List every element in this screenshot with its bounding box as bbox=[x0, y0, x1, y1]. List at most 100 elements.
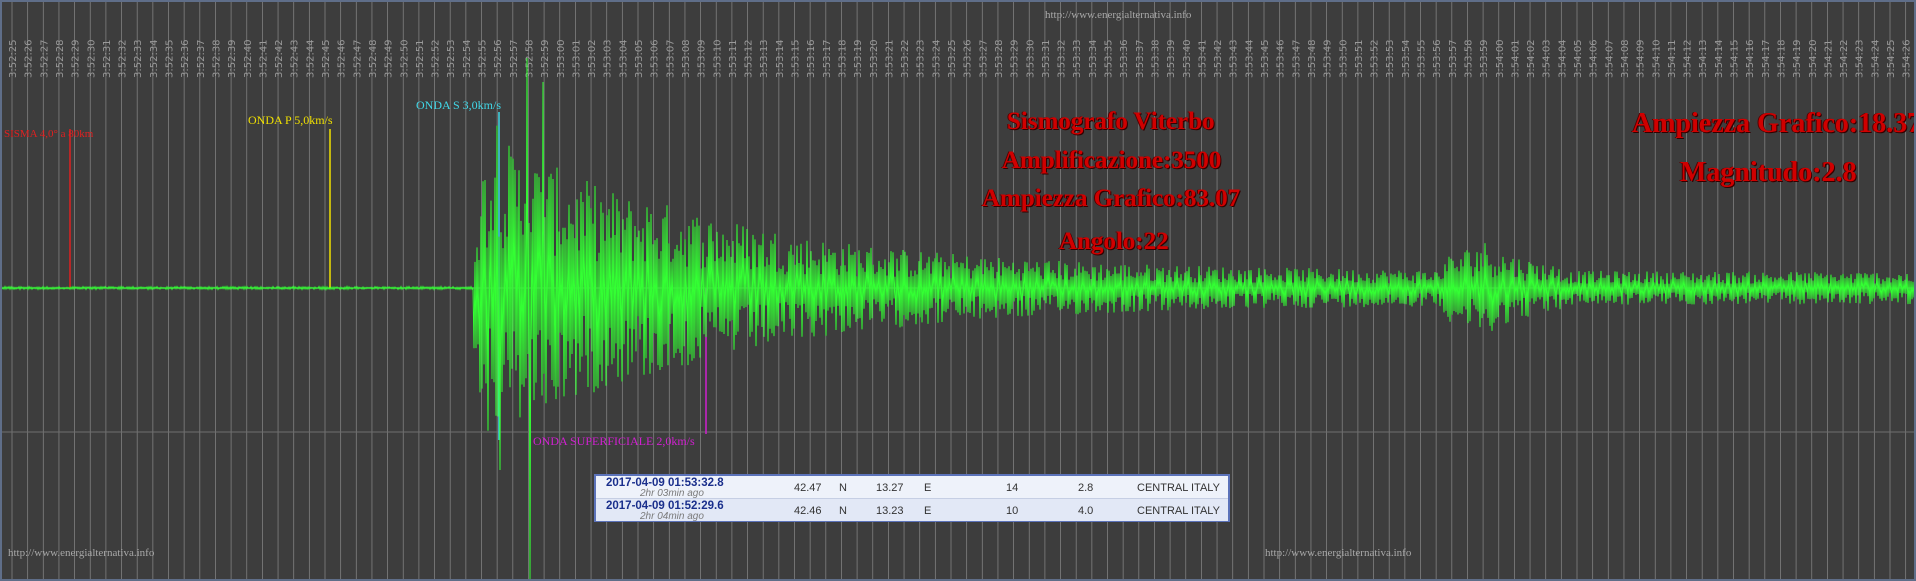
quake-lat-dir: N bbox=[839, 505, 847, 517]
quake-magnitude: 4.0 bbox=[1078, 505, 1094, 517]
time-tick-label: 3:54:21 bbox=[1823, 39, 1834, 78]
time-tick-label: 3:54:08 bbox=[1620, 39, 1631, 78]
time-tick-label: 3:53:29 bbox=[1010, 39, 1021, 78]
time-tick-label: 3:53:36 bbox=[1119, 39, 1130, 78]
time-tick-label: 3:52:46 bbox=[337, 39, 348, 78]
time-tick-label: 3:53:34 bbox=[1088, 39, 1099, 78]
time-tick-label: 3:53:10 bbox=[712, 39, 723, 78]
quake-lat-dir: N bbox=[839, 482, 847, 494]
time-tick-label: 3:54:24 bbox=[1870, 39, 1881, 78]
time-tick-label: 3:53:02 bbox=[587, 39, 598, 78]
quake-region: CENTRAL ITALY bbox=[1137, 482, 1220, 494]
time-tick-label: 3:53:19 bbox=[853, 39, 864, 78]
time-tick-label: 3:54:10 bbox=[1651, 39, 1662, 78]
time-tick-label: 3:52:32 bbox=[118, 39, 129, 78]
time-tick-label: 3:52:40 bbox=[243, 39, 254, 78]
time-tick-label: 3:53:59 bbox=[1479, 39, 1490, 78]
time-tick-label: 3:53:56 bbox=[1432, 39, 1443, 78]
time-tick-label: 3:52:26 bbox=[24, 39, 35, 78]
time-tick-label: 3:54:05 bbox=[1573, 39, 1584, 78]
station-amplification: Amplificazione:3500 bbox=[1002, 147, 1222, 174]
quake-region: CENTRAL ITALY bbox=[1137, 505, 1220, 517]
time-tick-label: 3:52:49 bbox=[384, 39, 395, 78]
time-tick-label: 3:53:16 bbox=[806, 39, 817, 78]
time-tick-label: 3:53:47 bbox=[1291, 39, 1302, 78]
time-tick-label: 3:53:20 bbox=[869, 39, 880, 78]
time-tick-label: 3:53:48 bbox=[1307, 39, 1318, 78]
time-tick-label: 3:54:19 bbox=[1792, 39, 1803, 78]
time-tick-label: 3:53:49 bbox=[1323, 39, 1334, 78]
time-tick-label: 3:53:24 bbox=[931, 39, 942, 78]
time-tick-label: 3:54:18 bbox=[1776, 39, 1787, 78]
time-tick-label: 3:53:35 bbox=[1104, 39, 1115, 78]
time-tick-label: 3:53:08 bbox=[681, 39, 692, 78]
time-tick-label: 3:54:25 bbox=[1886, 39, 1897, 78]
watermark-bottom-center: http://www.energialternativa.info bbox=[1265, 547, 1412, 559]
time-tick-label: 3:53:52 bbox=[1370, 39, 1381, 78]
time-tick-label: 3:53:50 bbox=[1338, 39, 1349, 78]
time-tick-label: 3:53:44 bbox=[1244, 39, 1255, 78]
time-tick-label: 3:53:43 bbox=[1229, 39, 1240, 78]
time-tick-label: 3:52:37 bbox=[196, 39, 207, 78]
time-tick-label: 3:52:54 bbox=[462, 39, 473, 78]
time-tick-label: 3:53:32 bbox=[1057, 39, 1068, 78]
time-tick-label: 3:53:09 bbox=[697, 39, 708, 78]
time-tick-label: 3:52:57 bbox=[509, 39, 520, 78]
time-tick-label: 3:53:27 bbox=[978, 39, 989, 78]
time-tick-label: 3:53:18 bbox=[837, 39, 848, 78]
time-tick-label: 3:54:12 bbox=[1683, 39, 1694, 78]
time-tick-label: 3:52:59 bbox=[540, 39, 551, 78]
time-tick-label: 3:52:33 bbox=[133, 39, 144, 78]
time-tick-label: 3:54:04 bbox=[1557, 39, 1568, 78]
time-tick-label: 3:54:15 bbox=[1730, 39, 1741, 78]
time-tick-label: 3:52:44 bbox=[305, 39, 316, 78]
time-tick-label: 3:53:15 bbox=[791, 39, 802, 78]
time-tick-label: 3:52:52 bbox=[431, 39, 442, 78]
time-tick-label: 3:53:42 bbox=[1213, 39, 1224, 78]
quake-ago: 2hr 03min ago bbox=[640, 488, 704, 499]
time-tick-label: 3:52:51 bbox=[415, 39, 426, 78]
time-tick-label: 3:53:22 bbox=[900, 39, 911, 78]
time-tick-label: 3:54:07 bbox=[1604, 39, 1615, 78]
time-tick-label: 3:52:55 bbox=[478, 39, 489, 78]
time-tick-label: 3:52:38 bbox=[211, 39, 222, 78]
time-tick-label: 3:53:46 bbox=[1276, 39, 1287, 78]
quake-lon-dir: E bbox=[924, 505, 932, 517]
time-tick-label: 3:53:13 bbox=[759, 39, 770, 78]
time-tick-labels: 3:52:25 3:52:26 3:52:27 3:52:28 3:52:29 3:52:… bbox=[8, 39, 1913, 78]
time-tick-label: 3:54:11 bbox=[1667, 39, 1678, 78]
time-tick-label: 3:53:51 bbox=[1354, 39, 1365, 78]
time-tick-label: 3:52:58 bbox=[524, 39, 535, 78]
event-magnitude: Magnitudo:2.8 bbox=[1680, 157, 1857, 188]
time-tick-label: 3:54:22 bbox=[1839, 39, 1850, 78]
quake-lon-dir: E bbox=[924, 482, 932, 494]
time-tick-label: 3:52:36 bbox=[180, 39, 191, 78]
earthquake-list: 2017-04-09 01:53:32.8 2hr 03min ago 42.4… bbox=[594, 474, 1230, 522]
time-tick-label: 3:52:41 bbox=[258, 39, 269, 78]
origin-marker-label: SISMA 4,0° a 80km bbox=[4, 128, 94, 140]
quake-depth: 14 bbox=[1006, 482, 1019, 494]
time-tick-label: 3:53:26 bbox=[963, 39, 974, 78]
time-tick-label: 3:54:17 bbox=[1761, 39, 1772, 78]
time-tick-label: 3:52:56 bbox=[493, 39, 504, 78]
time-tick-label: 3:53:58 bbox=[1463, 39, 1474, 78]
time-tick-label: 3:52:28 bbox=[55, 39, 66, 78]
time-tick-label: 3:54:06 bbox=[1589, 39, 1600, 78]
time-tick-label: 3:53:11 bbox=[728, 39, 739, 78]
time-tick-label: 3:53:45 bbox=[1260, 39, 1271, 78]
time-tick-label: 3:53:39 bbox=[1166, 39, 1177, 78]
time-tick-label: 3:53:33 bbox=[1072, 39, 1083, 78]
time-tick-label: 3:52:25 bbox=[8, 39, 19, 78]
time-tick-label: 3:53:55 bbox=[1417, 39, 1428, 78]
seismograph-screen: 3:52:25 3:52:26 3:52:27 3:52:28 3:52:29 3:52:… bbox=[0, 0, 1916, 581]
time-tick-label: 3:52:53 bbox=[446, 39, 457, 78]
earthquake-row[interactable]: 2017-04-09 01:52:29.6 2hr 04min ago 42.4… bbox=[596, 499, 1228, 522]
time-tick-label: 3:54:13 bbox=[1698, 39, 1709, 78]
time-tick-label: 3:54:00 bbox=[1495, 39, 1506, 78]
event-amplitude: Ampiezza Grafico:18.37 bbox=[1632, 108, 1916, 139]
time-tick-label: 3:54:20 bbox=[1808, 39, 1819, 78]
time-tick-label: 3:54:16 bbox=[1745, 39, 1756, 78]
time-tick-label: 3:53:25 bbox=[947, 39, 958, 78]
earthquake-row[interactable]: 2017-04-09 01:53:32.8 2hr 03min ago 42.4… bbox=[596, 476, 1228, 499]
time-tick-label: 3:52:45 bbox=[321, 39, 332, 78]
